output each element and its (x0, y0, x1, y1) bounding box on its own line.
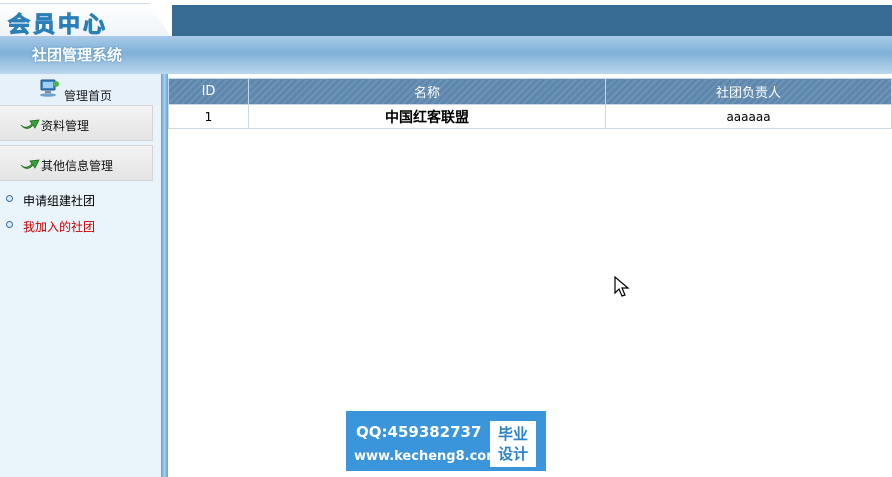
logo-tab: 会员中心 (0, 3, 170, 36)
badge-line-1: 毕业 (497, 425, 528, 443)
page-root: 会员中心 社团管理系统 管理首页 资料管理 其他信息管理 申请组建社团 我加入的… (0, 0, 892, 477)
link-label: 申请组建社团 (23, 194, 96, 208)
cell-leader: aaaaaa (605, 104, 892, 129)
system-title: 社团管理系统 (32, 46, 123, 64)
bullet-icon (6, 221, 13, 228)
mouse-cursor-icon (614, 276, 630, 297)
table-header-row: ID 名称 社团负责人 (168, 78, 892, 105)
watermark-badge: 毕业 设计 (490, 421, 536, 467)
sidebar-home[interactable]: 管理首页 (0, 74, 161, 105)
column-header-id: ID (168, 78, 249, 105)
badge-line-2: 设计 (497, 445, 528, 463)
column-header-name: 名称 (248, 78, 606, 105)
sidebar-divider (161, 74, 168, 477)
top-banner: 会员中心 (0, 0, 892, 36)
computer-icon (40, 79, 59, 97)
system-title-bar: 社团管理系统 (0, 36, 892, 74)
club-table: ID 名称 社团负责人 1 中国红客联盟 aaaaaa (168, 78, 892, 129)
top-banner-bar (172, 5, 892, 36)
sidebar-home-label: 管理首页 (64, 89, 113, 103)
watermark-url: www.kecheng8.com (354, 449, 500, 464)
cell-name: 中国红客联盟 (248, 104, 606, 129)
logo-text: 会员中心 (7, 13, 109, 38)
menu-label: 其他信息管理 (41, 159, 114, 173)
link-label: 我加入的社团 (23, 220, 96, 234)
table-row: 1 中国红客联盟 aaaaaa (168, 104, 892, 129)
menu-other-info-management[interactable]: 其他信息管理 (0, 145, 153, 181)
watermark-banner: QQ:459382737 www.kecheng8.com 毕业 设计 (346, 411, 546, 471)
sidebar: 管理首页 资料管理 其他信息管理 申请组建社团 我加入的社团 (0, 74, 161, 477)
cell-id: 1 (168, 104, 249, 129)
menu-label: 资料管理 (41, 119, 90, 133)
menu-profile-management[interactable]: 资料管理 (0, 105, 153, 141)
green-arrow-icon (20, 159, 40, 169)
bullet-icon (6, 195, 13, 202)
watermark-qq: QQ:459382737 (356, 423, 482, 441)
green-arrow-icon (20, 119, 40, 129)
column-header-leader: 社团负责人 (605, 78, 892, 105)
